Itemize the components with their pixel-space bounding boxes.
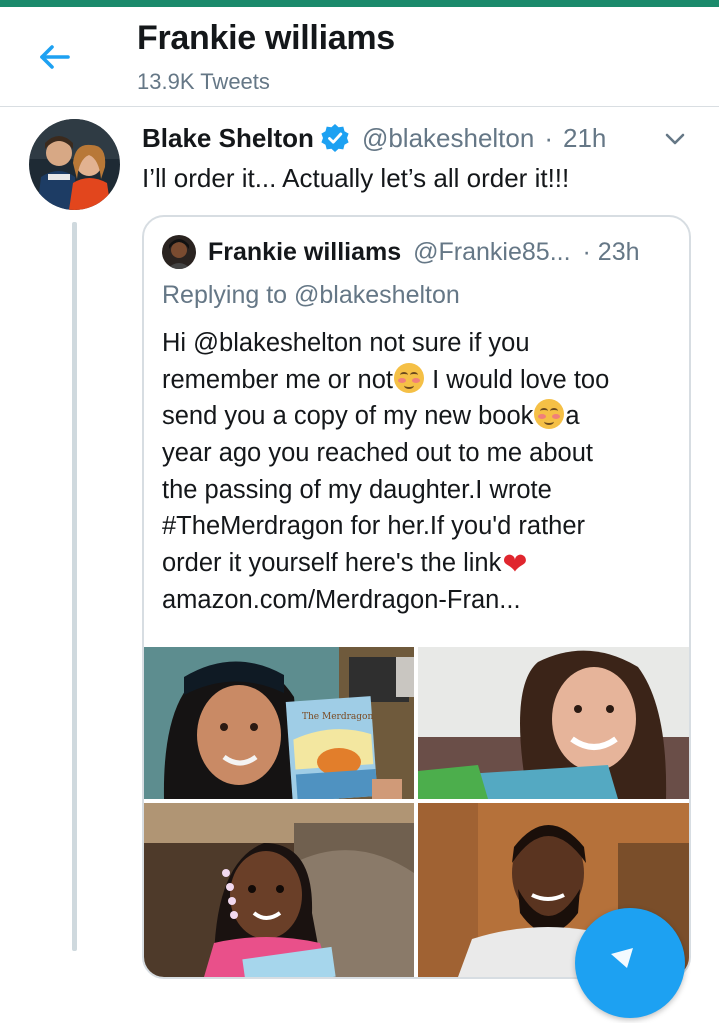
profile-header: Frankie williams 13.9K Tweets bbox=[0, 7, 719, 107]
text-line: Hi @blakeshelton not sure if you bbox=[162, 329, 530, 357]
back-button[interactable] bbox=[36, 41, 76, 73]
quoted-tweet-header: Frankie williams @Frankie85... · 23h bbox=[162, 234, 672, 270]
text-line: order it yourself here's the link❤ bbox=[162, 545, 677, 582]
dot-separator: · bbox=[544, 122, 553, 153]
tweet-count: 13.9K Tweets bbox=[137, 69, 270, 94]
photo-girl-with-book[interactable]: The Merdragon bbox=[144, 647, 414, 799]
author-handle[interactable]: @blakeshelton bbox=[362, 123, 534, 154]
link-line[interactable]: amazon.com/Merdragon-Fran... bbox=[162, 582, 677, 619]
status-bar bbox=[0, 0, 719, 7]
text-line: the passing of my daughter.I wrote bbox=[162, 475, 552, 504]
photo-woman-smiling[interactable] bbox=[418, 647, 689, 799]
chevron-down-icon[interactable] bbox=[662, 126, 688, 152]
compose-tweet-button[interactable] bbox=[575, 908, 685, 1018]
quoted-tweet-text: Hi @blakeshelton not sure if you remembe… bbox=[162, 325, 677, 619]
smiling-blush-emoji-icon bbox=[394, 362, 424, 393]
text-line: year ago you reached out to me about bbox=[162, 439, 593, 468]
red-heart-emoji-icon: ❤ bbox=[502, 548, 528, 582]
profile-name: Frankie williams bbox=[137, 19, 395, 57]
tweet-text: I’ll order it... Actually let’s all orde… bbox=[142, 163, 570, 193]
author-name[interactable]: Blake Shelton bbox=[142, 123, 314, 154]
tweet-time[interactable]: 21h bbox=[563, 123, 606, 154]
quoted-avatar[interactable] bbox=[162, 235, 196, 269]
text-line: send you a copy of my new book a bbox=[162, 398, 677, 435]
quoted-author-name[interactable]: Frankie williams bbox=[208, 238, 401, 267]
quoted-author-handle[interactable]: @Frankie85... bbox=[413, 238, 570, 267]
arrow-left-icon bbox=[40, 45, 70, 69]
smiling-blush-emoji-icon bbox=[534, 399, 565, 430]
replying-to[interactable]: Replying to @blakeshelton bbox=[162, 281, 460, 310]
compose-icon bbox=[611, 948, 633, 968]
text-line: #TheMerdragon for her.If you'd rather bbox=[162, 512, 586, 541]
book-title-label: The Merdragon bbox=[302, 712, 373, 722]
verified-badge-icon bbox=[321, 124, 349, 152]
text-line: remember me or not I would love too bbox=[162, 362, 677, 399]
avatar[interactable] bbox=[29, 119, 120, 210]
quoted-tweet[interactable]: Frankie williams @Frankie85... · 23h Rep… bbox=[142, 215, 691, 979]
tweet-header: Blake Shelton @blakeshelton · 21h bbox=[142, 120, 606, 156]
thread-line bbox=[72, 222, 77, 951]
quoted-tweet-time[interactable]: · 23h bbox=[583, 238, 640, 267]
